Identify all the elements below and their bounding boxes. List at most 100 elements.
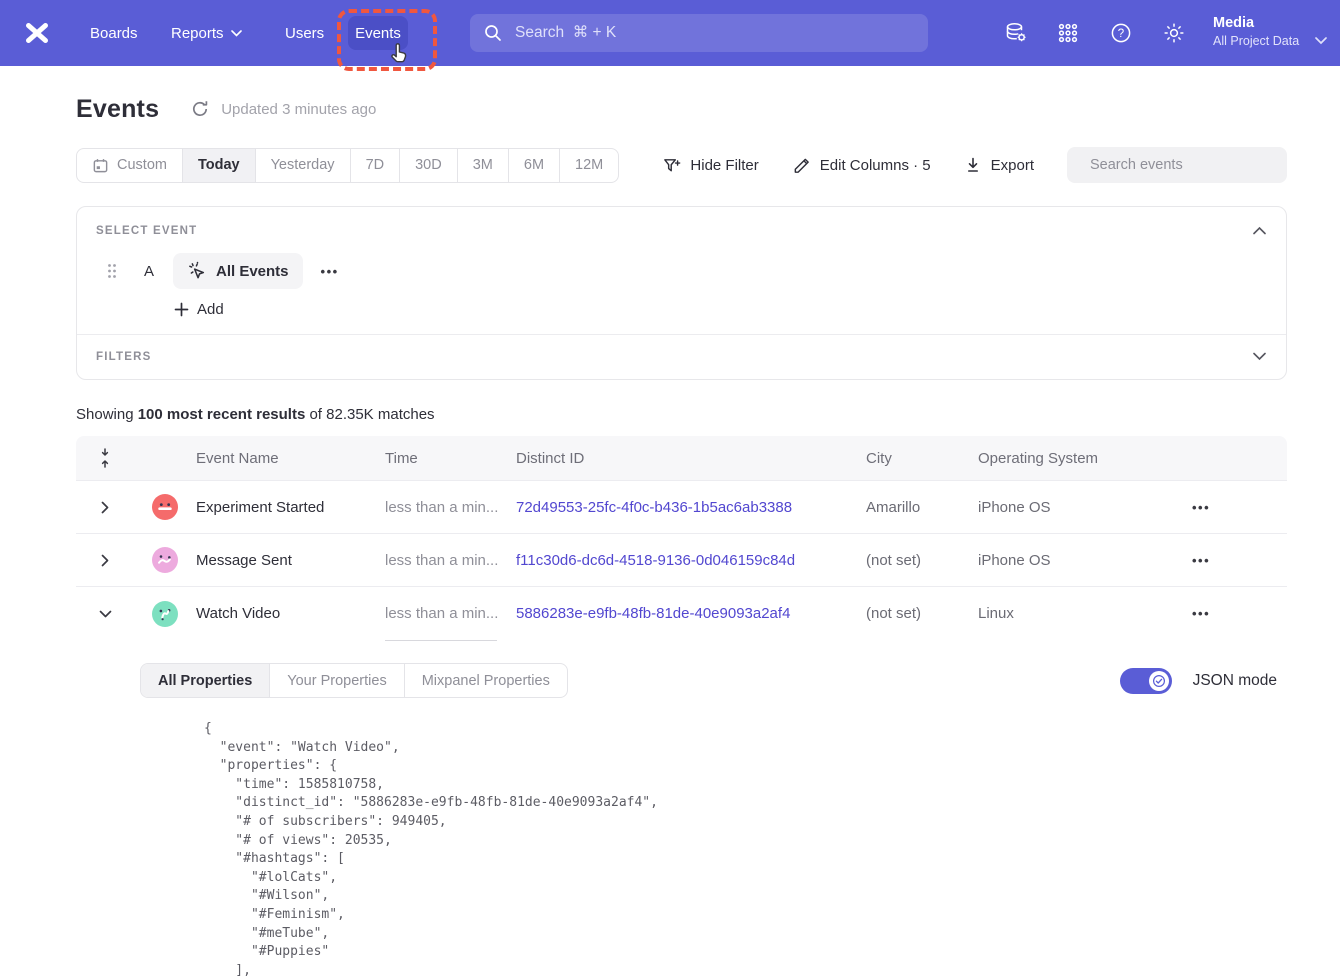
cell-city: Amarillo <box>866 499 978 516</box>
nav-item-boards[interactable]: Boards <box>90 0 138 66</box>
range-12m-label: 12M <box>575 157 603 173</box>
collapse-section-chevron-up-icon[interactable] <box>1253 226 1267 236</box>
project-selector[interactable]: Media All Project Data <box>1213 13 1299 50</box>
global-search[interactable] <box>470 14 928 52</box>
project-chevron-down-icon[interactable] <box>1315 37 1327 45</box>
range-6m-label: 6M <box>524 157 544 173</box>
cell-city: (not set) <box>866 552 978 569</box>
query-builder-card: SELECT EVENT A <box>76 206 1287 380</box>
toggle-knob <box>1149 671 1169 691</box>
range-30d[interactable]: 30D <box>400 149 458 182</box>
event-selector-pill[interactable]: All Events <box>173 253 303 289</box>
data-management-icon[interactable] <box>1004 21 1028 45</box>
distinct-id-link[interactable]: 72d49553-25fc-4f0c-b436-1b5ac6ab3388 <box>516 499 792 516</box>
row-more-options-icon[interactable]: ••• <box>1188 553 1210 568</box>
event-avatar <box>152 494 178 520</box>
distinct-id-link[interactable]: 5886283e-e9fb-48fb-81de-40e9093a2af4 <box>516 605 790 622</box>
range-7d[interactable]: 7D <box>351 149 401 182</box>
cell-time: less than a min... <box>385 552 516 569</box>
event-row-letter: A <box>144 263 156 280</box>
tab-all-properties-label: All Properties <box>158 673 252 689</box>
funnel-plus-icon <box>662 156 681 175</box>
json-mode-label: JSON mode <box>1193 672 1277 690</box>
cell-os: Linux <box>978 605 1188 622</box>
refresh-icon[interactable] <box>189 98 211 120</box>
event-more-options-icon[interactable]: ••• <box>321 264 339 279</box>
table-row-expanded: Watch Video less than a min... 5886283e-… <box>76 587 1287 640</box>
header-distinct-id: Distinct ID <box>516 450 866 467</box>
range-yesterday[interactable]: Yesterday <box>256 149 351 182</box>
plus-icon <box>174 302 189 317</box>
results-prefix: Showing <box>76 406 138 423</box>
cell-event-name: Message Sent <box>196 552 385 569</box>
nav-item-users-label: Users <box>285 25 324 42</box>
range-today[interactable]: Today <box>183 149 256 182</box>
header-event-name: Event Name <box>196 450 385 467</box>
json-mode-toggle[interactable] <box>1120 668 1172 694</box>
project-name: Media <box>1213 13 1299 33</box>
event-json-view: { "event": "Watch Video", "properties": … <box>140 720 1287 980</box>
range-3m-label: 3M <box>473 157 493 173</box>
row-more-options-icon[interactable]: ••• <box>1188 606 1210 621</box>
event-avatar <box>152 601 178 627</box>
search-events-input[interactable] <box>1088 156 1279 174</box>
range-3m[interactable]: 3M <box>458 149 509 182</box>
cell-os: iPhone OS <box>978 552 1188 569</box>
row-more-options-icon[interactable]: ••• <box>1188 500 1210 515</box>
hide-filter-button[interactable]: Hide Filter <box>662 156 758 175</box>
mixpanel-logo[interactable] <box>24 0 50 66</box>
table-row: Experiment Started less than a min... 72… <box>76 481 1287 534</box>
expand-row-chevron-right-icon[interactable] <box>92 547 118 573</box>
cell-city: (not set) <box>866 605 978 622</box>
cell-os: iPhone OS <box>978 499 1188 516</box>
magic-cursor-icon <box>187 261 208 282</box>
add-event-button[interactable]: Add <box>174 301 224 318</box>
check-icon <box>1153 675 1165 687</box>
collapse-row-chevron-down-icon[interactable] <box>92 601 118 627</box>
distinct-id-link[interactable]: f11c30d6-dc6d-4518-9136-0d046159c84d <box>516 552 795 569</box>
calendar-icon <box>92 157 109 174</box>
tab-mixpanel-properties[interactable]: Mixpanel Properties <box>405 664 567 697</box>
nav-item-events[interactable]: Events <box>348 16 408 50</box>
tab-all-properties[interactable]: All Properties <box>141 664 270 697</box>
range-7d-label: 7D <box>366 157 385 173</box>
nav-item-reports-label: Reports <box>171 25 224 42</box>
edit-columns-label: Edit Columns · 5 <box>820 157 931 174</box>
tab-mixpanel-properties-label: Mixpanel Properties <box>422 673 550 689</box>
expand-row-chevron-right-icon[interactable] <box>92 494 118 520</box>
event-detail-panel: All Properties Your Properties Mixpanel … <box>76 640 1287 980</box>
apps-grid-icon[interactable] <box>1056 21 1080 45</box>
drag-handle-icon[interactable] <box>106 262 118 280</box>
add-event-label: Add <box>197 301 224 318</box>
global-search-input[interactable] <box>513 23 914 43</box>
cell-time: less than a min... <box>385 499 516 516</box>
search-events[interactable] <box>1067 147 1287 183</box>
date-range-control: Custom Today Yesterday 7D 30D 3M 6M 12M <box>76 148 619 183</box>
collapse-all-icon[interactable] <box>76 447 134 469</box>
range-30d-label: 30D <box>415 157 442 173</box>
results-suffix: of 82.35K matches <box>305 406 434 423</box>
hide-filter-label: Hide Filter <box>690 157 758 174</box>
range-12m[interactable]: 12M <box>560 149 618 182</box>
table-header-row: Event Name Time Distinct ID City Operati… <box>76 436 1287 481</box>
settings-gear-icon[interactable] <box>1162 21 1186 45</box>
header-os: Operating System <box>978 450 1188 467</box>
tab-your-properties[interactable]: Your Properties <box>270 664 404 697</box>
export-button[interactable]: Export <box>964 156 1034 174</box>
expand-filters-chevron-down-icon[interactable] <box>1253 352 1267 362</box>
header-city: City <box>866 450 978 467</box>
edit-columns-button[interactable]: Edit Columns · 5 <box>792 156 931 175</box>
top-navbar: Boards Reports Users Events <box>0 0 1340 66</box>
event-avatar <box>152 547 178 573</box>
events-table: Event Name Time Distinct ID City Operati… <box>76 436 1287 980</box>
nav-item-events-label: Events <box>355 25 401 42</box>
nav-item-reports[interactable]: Reports <box>171 0 242 66</box>
help-icon[interactable]: ? <box>1109 21 1133 45</box>
cell-event-name: Watch Video <box>196 605 385 622</box>
search-icon <box>484 24 502 42</box>
range-today-label: Today <box>198 157 240 173</box>
nav-item-users[interactable]: Users <box>285 0 324 66</box>
range-6m[interactable]: 6M <box>509 149 560 182</box>
range-custom[interactable]: Custom <box>77 149 183 182</box>
nav-item-boards-label: Boards <box>90 25 138 42</box>
